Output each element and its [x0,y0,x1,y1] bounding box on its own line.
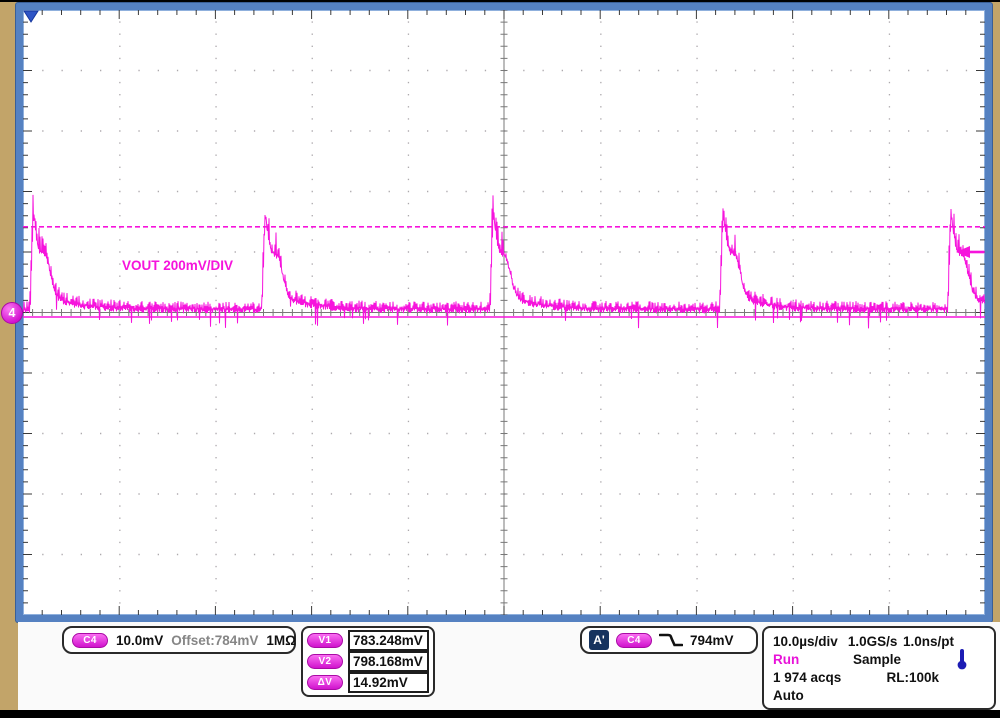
trigger-level-value: 794mV [690,633,734,648]
horizontal-scale-value: 10.0µs/div [773,634,838,649]
vertical-scale-value: 10.0mV [116,633,163,648]
trigger-mode-row: Auto [773,686,985,704]
cursor-delta-pill[interactable]: ΔV [307,675,343,690]
trigger-settings-badge[interactable]: A' C4 794mV [580,626,758,654]
waveform-graticule[interactable]: VOUT 200mV/DIV [23,10,985,615]
acquisition-state-row: Run Sample [773,650,985,668]
trigger-mode-value: Auto [773,688,804,703]
cursor-v2-pill[interactable]: V2 [307,654,343,669]
trigger-position-marker-icon[interactable] [24,11,38,22]
cursor-v1-pill[interactable]: V1 [307,633,343,648]
cursor-readout-panel[interactable]: V1 783.248mV V2 798.168mV ΔV 14.92mV [301,626,435,697]
channel4-pill[interactable]: C4 [72,633,108,648]
offset-value: Offset:784mV [171,633,258,648]
acqs-row: 1 974 acqs RL:100k [773,668,985,686]
temperature-indicator-icon [956,648,968,670]
cursor-delta-row: ΔV 14.92mV [307,672,429,693]
cursor-delta-value: 14.92mV [348,672,429,693]
resolution-value: 1.0ns/pt [903,634,954,649]
trigger-a-badge[interactable]: A' [589,630,609,650]
acquisition-count: 1 974 acqs [773,670,886,685]
waveform-annotation-label: VOUT 200mV/DIV [122,258,233,273]
timebase-row: 10.0µs/div 1.0GS/s 1.0ns/pt [773,632,985,650]
sample-rate-value: 1.0GS/s [848,634,898,649]
record-length-value: RL:100k [886,670,939,685]
run-status: Run [773,652,853,667]
cursor-v2-row: V2 798.168mV [307,651,429,672]
cursor-v1-value: 783.248mV [348,630,429,651]
cursor-v2-value: 798.168mV [348,651,429,672]
acquisition-mode: Sample [853,652,956,667]
timebase-acquisition-panel[interactable]: 10.0µs/div 1.0GS/s 1.0ns/pt Run Sample 1… [762,626,996,710]
oscilloscope-screen: VOUT 200mV/DIV 4 C4 10.0mV Offset:784mV … [0,0,1000,718]
trigger-source-pill[interactable]: C4 [616,633,652,648]
graticule-grid [23,10,985,615]
channel4-reference-marker[interactable]: 4 [1,302,23,324]
falling-edge-icon [659,631,683,649]
channel4-settings-badge[interactable]: C4 10.0mV Offset:784mV 1MΩ BW:20.0M [62,626,296,654]
input-impedance-value: 1MΩ [266,633,296,648]
cursor-v1-row: V1 783.248mV [307,630,429,651]
